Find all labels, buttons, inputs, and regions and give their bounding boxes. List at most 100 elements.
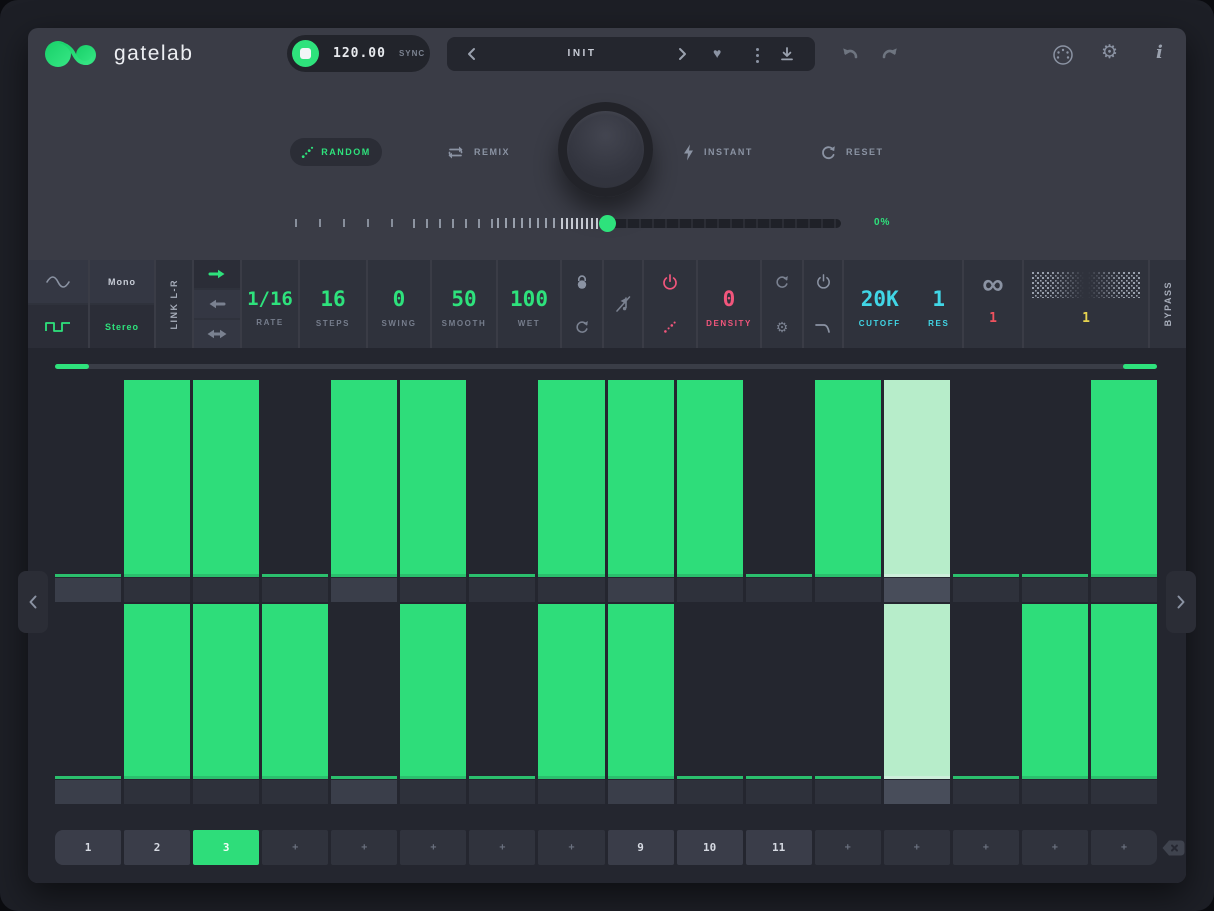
step-top-15[interactable] — [1022, 380, 1088, 602]
step-bottom-6[interactable] — [400, 604, 466, 804]
step-bar-zone[interactable] — [538, 604, 604, 776]
reroll-button[interactable] — [562, 305, 602, 348]
step-offset-box[interactable] — [331, 578, 397, 602]
step-bar-zone[interactable] — [262, 604, 328, 776]
step-offset-box[interactable] — [55, 780, 121, 804]
step-offset-box[interactable] — [677, 578, 743, 602]
cutoff-control[interactable]: 20K CUTOFF — [844, 260, 916, 348]
add-pattern-button[interactable]: + — [815, 830, 881, 865]
filter-power-button[interactable] — [804, 260, 842, 303]
swing-cell[interactable]: 0 SWING — [368, 260, 430, 348]
gate-bar[interactable] — [193, 604, 259, 776]
stop-button[interactable] — [292, 40, 319, 67]
trigger-mute-button[interactable] — [604, 260, 642, 348]
stereo-button[interactable]: Stereo — [90, 305, 154, 348]
loop-start-handle[interactable] — [55, 364, 89, 369]
add-pattern-button[interactable]: + — [469, 830, 535, 865]
density-random-button[interactable] — [644, 305, 696, 348]
step-offset-box[interactable] — [815, 780, 881, 804]
add-pattern-button[interactable]: + — [953, 830, 1019, 865]
add-pattern-button[interactable]: + — [1091, 830, 1157, 865]
rate-cell[interactable]: 1/16 RATE — [242, 260, 298, 348]
preset-prev-button[interactable] — [463, 45, 481, 63]
step-bar-zone[interactable] — [953, 604, 1019, 776]
steps-cell[interactable]: 16 STEPS — [300, 260, 366, 348]
step-bar-zone[interactable] — [1022, 380, 1088, 574]
step-top-3[interactable] — [193, 380, 259, 602]
gate-bar[interactable] — [608, 380, 674, 574]
step-top-16[interactable] — [1091, 380, 1157, 602]
step-top-8[interactable] — [538, 380, 604, 602]
sync-label[interactable]: SYNC — [399, 49, 425, 58]
gate-bar[interactable] — [124, 604, 190, 776]
bpm-value[interactable]: 120.00 — [333, 46, 386, 61]
cycle-button[interactable] — [762, 260, 802, 303]
gate-bar[interactable] — [262, 604, 328, 776]
step-offset-box[interactable] — [884, 780, 950, 804]
gate-bar-playhead[interactable] — [884, 380, 950, 574]
step-bottom-14[interactable] — [953, 604, 1019, 804]
gate-bar[interactable] — [331, 380, 397, 574]
step-offset-box[interactable] — [469, 578, 535, 602]
step-bar-zone[interactable] — [677, 380, 743, 574]
step-bar-zone[interactable] — [331, 380, 397, 574]
step-offset-box[interactable] — [124, 780, 190, 804]
gate-bar[interactable] — [815, 380, 881, 574]
add-pattern-button[interactable]: + — [262, 830, 328, 865]
gate-bar[interactable] — [400, 604, 466, 776]
add-pattern-button[interactable]: + — [331, 830, 397, 865]
gate-bar[interactable] — [1091, 604, 1157, 776]
gate-bar[interactable] — [1091, 380, 1157, 574]
step-offset-box[interactable] — [331, 780, 397, 804]
gate-bar[interactable] — [677, 380, 743, 574]
square-wave-button[interactable] — [28, 305, 88, 348]
step-top-13[interactable] — [884, 380, 950, 602]
step-bottom-5[interactable] — [331, 604, 397, 804]
reset-button[interactable]: RESET — [820, 138, 884, 166]
step-offset-box[interactable] — [746, 578, 812, 602]
step-bar-zone[interactable] — [262, 380, 328, 574]
page-prev-tab[interactable] — [18, 571, 48, 633]
gate-bar[interactable] — [538, 604, 604, 776]
step-top-14[interactable] — [953, 380, 1019, 602]
step-bar-zone[interactable] — [953, 380, 1019, 574]
preset-next-button[interactable] — [673, 45, 691, 63]
step-offset-box[interactable] — [55, 578, 121, 602]
step-top-5[interactable] — [331, 380, 397, 602]
step-bar-zone[interactable] — [538, 380, 604, 574]
step-bar-zone[interactable] — [815, 380, 881, 574]
step-offset-box[interactable] — [677, 780, 743, 804]
step-offset-box[interactable] — [1022, 780, 1088, 804]
step-offset-box[interactable] — [815, 578, 881, 602]
step-bar-zone[interactable] — [1091, 604, 1157, 776]
step-bottom-1[interactable] — [55, 604, 121, 804]
pattern-button-3[interactable]: 3 — [193, 830, 259, 865]
undo-icon[interactable] — [840, 44, 860, 62]
wet-cell[interactable]: 100 WET — [498, 260, 560, 348]
step-offset-box[interactable] — [400, 780, 466, 804]
step-bar-zone[interactable] — [124, 604, 190, 776]
direction-forward-button[interactable] — [194, 260, 240, 288]
direction-backward-button[interactable] — [194, 290, 240, 318]
step-offset-box[interactable] — [608, 780, 674, 804]
variation-cell[interactable]: 1 — [1024, 260, 1148, 348]
step-offset-box[interactable] — [746, 780, 812, 804]
density-power-button[interactable] — [644, 260, 696, 303]
pattern-button-11[interactable]: 11 — [746, 830, 812, 865]
favorite-heart-icon[interactable]: ♥ — [713, 46, 721, 60]
step-top-9[interactable] — [608, 380, 674, 602]
random-button[interactable]: RANDOM — [290, 138, 382, 166]
settings-gear-icon[interactable]: ⚙ — [1101, 43, 1118, 62]
add-pattern-button[interactable]: + — [1022, 830, 1088, 865]
gate-bar[interactable] — [124, 380, 190, 574]
step-top-7[interactable] — [469, 380, 535, 602]
gate-bar[interactable] — [1022, 604, 1088, 776]
step-bottom-10[interactable] — [677, 604, 743, 804]
slider-range-bar[interactable] — [613, 219, 841, 228]
add-pattern-button[interactable]: + — [538, 830, 604, 865]
save-download-icon[interactable] — [779, 46, 795, 62]
step-offset-box[interactable] — [124, 578, 190, 602]
step-bar-zone[interactable] — [1091, 380, 1157, 574]
add-pattern-button[interactable]: + — [400, 830, 466, 865]
gate-bar[interactable] — [193, 380, 259, 574]
